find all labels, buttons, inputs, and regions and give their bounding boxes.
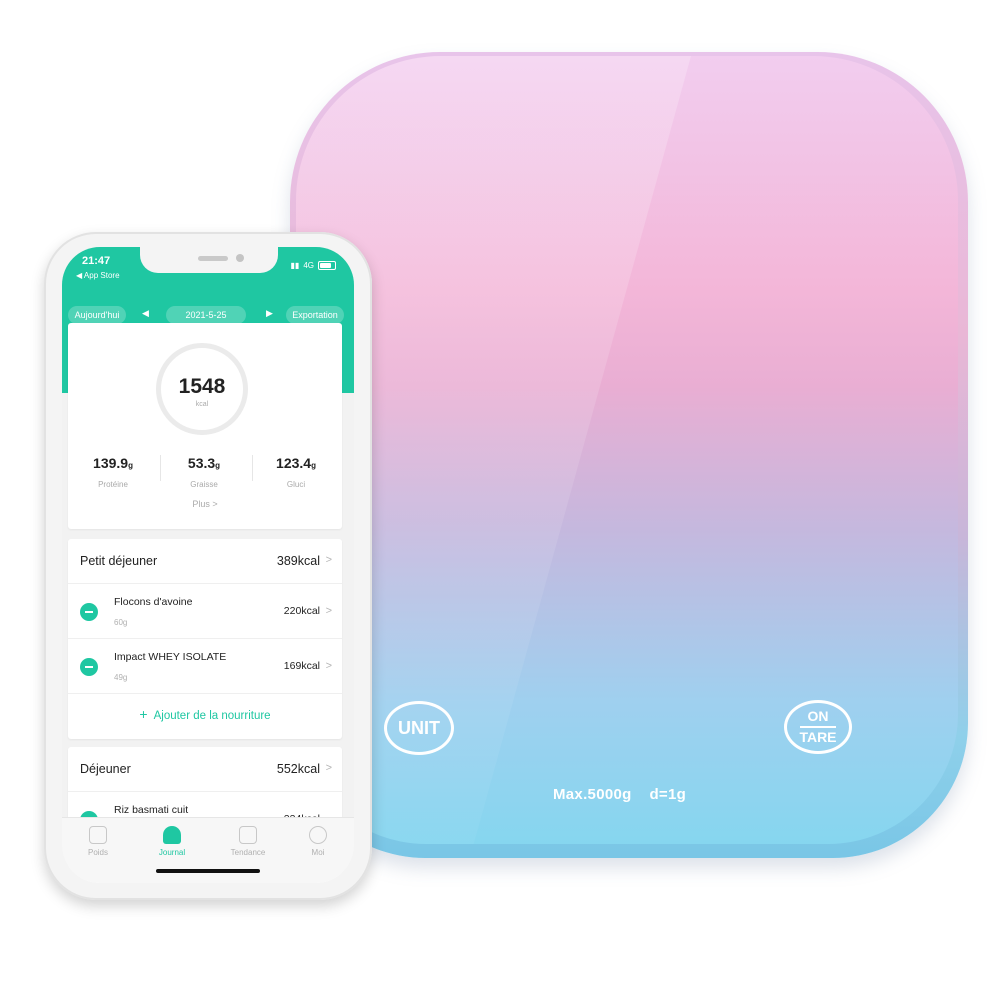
macro-fat: 53.3g Graisse (168, 455, 240, 489)
tab-label: Moi (311, 848, 325, 857)
total-kcal-unit: kcal (195, 401, 209, 408)
chart-icon (239, 826, 257, 844)
macro-divider (252, 455, 253, 481)
tare-label: TARE (799, 729, 837, 745)
speaker-grille (198, 256, 228, 261)
tab-label: Journal (158, 848, 186, 857)
total-kcal-value: 1548 (178, 375, 226, 398)
food-quantity: 60g (114, 618, 128, 627)
back-to-app-store-link[interactable]: ◀ App Store (76, 271, 120, 280)
signal-icon: ▮▮ (290, 261, 300, 270)
network-label: 4G (303, 261, 314, 270)
smartphone: 21:47 ◀ App Store ▮▮ 4G Aujourd'hui ◀ 20… (44, 232, 372, 900)
tab-bar: Poids Journal Tendance Moi (62, 817, 354, 883)
scale-icon (89, 826, 107, 844)
tab-journal[interactable]: Journal (142, 826, 202, 857)
export-button[interactable]: Exportation (286, 306, 344, 324)
meal-kcal: 552kcal (276, 762, 320, 776)
previous-day-icon[interactable]: ◀ (142, 308, 149, 319)
cloche-icon (163, 826, 181, 844)
status-time: 21:47 (82, 255, 111, 267)
food-quantity: 49g (114, 673, 128, 682)
chevron-right-icon: > (325, 660, 332, 672)
scale-capacity-spec: Max.5000g d=1g (553, 786, 687, 803)
person-icon (309, 826, 327, 844)
tab-label: Tendance (230, 848, 266, 857)
on-tare-button[interactable]: ON TARE (784, 700, 852, 754)
more-nutrients-link[interactable]: Plus > (68, 499, 342, 509)
meal-card-breakfast: Petit déjeuner 389kcal > Flocons d'avoin… (68, 539, 342, 739)
chevron-right-icon: > (325, 554, 332, 566)
meal-title: Déjeuner (80, 762, 131, 776)
macro-fat-label: Graisse (190, 480, 218, 489)
macro-carbs-value: 123.4 (276, 455, 312, 471)
macro-divider (160, 455, 161, 481)
tab-poids[interactable]: Poids (68, 826, 128, 857)
scale-glass-surface: UNIT ON TARE Max.5000g d=1g (296, 56, 958, 844)
next-day-icon[interactable]: ▶ (266, 308, 273, 319)
meal-header-breakfast[interactable]: Petit déjeuner 389kcal > (68, 539, 342, 584)
macro-protein: 139.9g Protéine (77, 455, 149, 489)
add-food-button[interactable]: + Ajouter de la nourriture (68, 706, 342, 722)
food-item[interactable]: Impact WHEY ISOLATE 49g 169kcal > (68, 639, 342, 694)
phone-screen: 21:47 ◀ App Store ▮▮ 4G Aujourd'hui ◀ 20… (62, 247, 354, 883)
macro-carbs-unit: g (311, 461, 316, 470)
calorie-summary-card: 1548 kcal 139.9g Protéine 53.3g Graisse … (68, 323, 342, 529)
remove-food-icon[interactable] (80, 603, 98, 621)
plus-icon: + (139, 706, 148, 722)
on-tare-divider (800, 726, 836, 728)
date-selector[interactable]: 2021-5-25 (166, 306, 246, 324)
unit-button-label: UNIT (398, 717, 440, 738)
food-kcal: 220kcal (283, 605, 320, 617)
macro-carbs: 123.4g Gluci (260, 455, 332, 489)
front-camera (236, 254, 244, 262)
chevron-right-icon: > (325, 605, 332, 617)
meal-title: Petit déjeuner (80, 554, 158, 568)
add-food-label: Ajouter de la nourriture (153, 710, 271, 722)
food-name: Riz basmati cuit (114, 804, 189, 816)
food-item[interactable]: Flocons d'avoine 60g 220kcal > (68, 584, 342, 639)
unit-button[interactable]: UNIT (384, 701, 454, 755)
kitchen-scale: UNIT ON TARE Max.5000g d=1g (290, 52, 968, 858)
status-right: ▮▮ 4G (291, 261, 336, 270)
tab-tendance[interactable]: Tendance (218, 826, 278, 857)
food-name: Impact WHEY ISOLATE (114, 651, 227, 663)
on-label: ON (807, 708, 829, 724)
food-kcal: 169kcal (283, 660, 320, 672)
food-name: Flocons d'avoine (114, 596, 193, 608)
macro-protein-unit: g (128, 461, 133, 470)
home-indicator[interactable] (156, 869, 260, 873)
tab-label: Poids (87, 848, 108, 857)
meal-kcal: 389kcal (276, 554, 320, 568)
chevron-right-icon: > (325, 762, 332, 774)
today-button[interactable]: Aujourd'hui (68, 306, 126, 324)
tab-moi[interactable]: Moi (288, 826, 348, 857)
macro-fat-value: 53.3 (187, 455, 216, 471)
macro-carbs-label: Gluci (286, 480, 306, 489)
remove-food-icon[interactable] (80, 658, 98, 676)
macro-protein-label: Protéine (98, 480, 128, 489)
macro-fat-unit: g (215, 461, 221, 470)
macro-protein-value: 139.9 (93, 455, 129, 471)
meal-header-lunch[interactable]: Déjeuner 552kcal > (68, 747, 342, 792)
battery-icon (318, 261, 336, 270)
